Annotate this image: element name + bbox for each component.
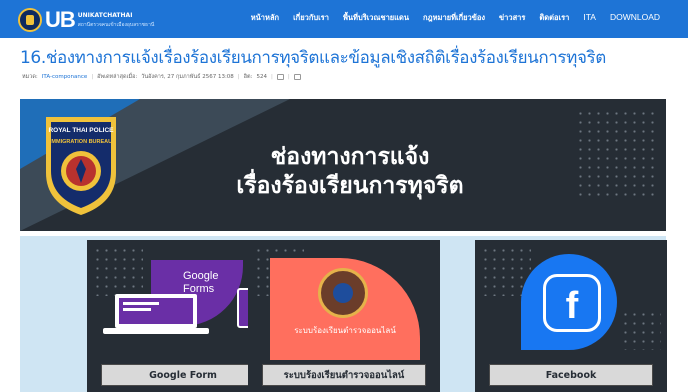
category-link[interactable]: ITA-componance xyxy=(42,74,88,80)
card-label-google-form: Google Form xyxy=(101,364,265,386)
site-logo[interactable]: UB UNIKATCHATHAI สถานีตรวจคนเข้าเมืองอุบ… xyxy=(18,7,154,33)
main-nav: หน้าหลัก เกี่ยวกับเรา พื้นที่บริเวณชายแด… xyxy=(251,12,660,24)
print-icon[interactable] xyxy=(276,74,284,80)
email-icon[interactable] xyxy=(293,74,301,80)
card-police-online[interactable]: ระบบร้องเรียนตำรวจออนไลน์ ระบบร้องเรียนต… xyxy=(248,240,440,392)
police-seal-icon xyxy=(318,268,368,318)
page-title: 16.ช่องทางการแจ้งเรื่องร้องเรียนการทุจริ… xyxy=(20,48,606,68)
updated-date: วันอังคาร, 27 กุมภาพันธ์ 2567 13:08 xyxy=(141,74,234,80)
decorative-dots xyxy=(576,109,656,199)
nav-about[interactable]: เกี่ยวกับเรา xyxy=(293,12,329,24)
nav-home[interactable]: หน้าหลัก xyxy=(251,12,279,24)
nav-news[interactable]: ข่าวสาร xyxy=(499,12,525,24)
nav-contact[interactable]: ติดต่อเรา xyxy=(539,12,569,24)
banner-title: ช่องทางการแจ้ง เรื่องร้องเรียนการทุจริต xyxy=(140,143,560,201)
card-label-police-online: ระบบร้องเรียนตำรวจออนไลน์ xyxy=(262,364,426,386)
card-label-facebook: Facebook xyxy=(489,364,653,386)
hits-count: 524 xyxy=(256,74,267,80)
banner-title-line-2: เรื่องร้องเรียนการทุจริต xyxy=(236,172,464,199)
complaint-channels-banner: ROYAL THAI POLICE IMMIGRATION BUREAU ช่อ… xyxy=(20,99,666,231)
decorative-dots xyxy=(621,310,661,350)
category-label: หมวด: xyxy=(22,74,38,80)
logo-line-1: UNIKATCHATHAI xyxy=(77,11,133,19)
hits-label: ฮิต: xyxy=(243,74,253,80)
svg-text:ROYAL THAI POLICE: ROYAL THAI POLICE xyxy=(48,127,114,134)
top-navigation-bar: UB UNIKATCHATHAI สถานีตรวจคนเข้าเมืองอุบ… xyxy=(0,0,688,38)
updated-label: อัพเดทล่าสุดเมื่อ: xyxy=(97,74,138,80)
laptop-icon xyxy=(103,294,209,334)
banner-title-line-1: ช่องทางการแจ้ง xyxy=(270,144,430,170)
article-meta: หมวด: ITA-componance | อัพเดทล่าสุดเมื่อ… xyxy=(22,73,301,81)
logo-letters: UB xyxy=(45,7,76,32)
nav-ita[interactable]: ITA xyxy=(583,12,596,24)
nav-download[interactable]: DOWNLOAD xyxy=(610,12,660,24)
decorative-dots xyxy=(93,246,143,296)
svg-text:IMMIGRATION BUREAU: IMMIGRATION BUREAU xyxy=(50,139,112,145)
channel-cards: Google Forms Google Form ระบบร้องเรียนตำ… xyxy=(20,236,667,392)
nav-laws[interactable]: กฎหมายที่เกี่ยวข้อง xyxy=(423,12,485,24)
immigration-bureau-badge-icon: ROYAL THAI POLICE IMMIGRATION BUREAU xyxy=(46,117,116,215)
police-art-text: ระบบร้องเรียนตำรวจออนไลน์ xyxy=(294,326,396,335)
facebook-icon: f xyxy=(543,274,601,332)
card-facebook[interactable]: f Facebook xyxy=(475,240,667,392)
police-badge-icon xyxy=(18,8,42,32)
nav-border-area[interactable]: พื้นที่บริเวณชายแดน xyxy=(343,12,409,24)
logo-line-2: สถานีตรวจคนเข้าเมืองอุบลราชธานี xyxy=(77,21,155,28)
facebook-f-glyph: f xyxy=(565,285,579,327)
